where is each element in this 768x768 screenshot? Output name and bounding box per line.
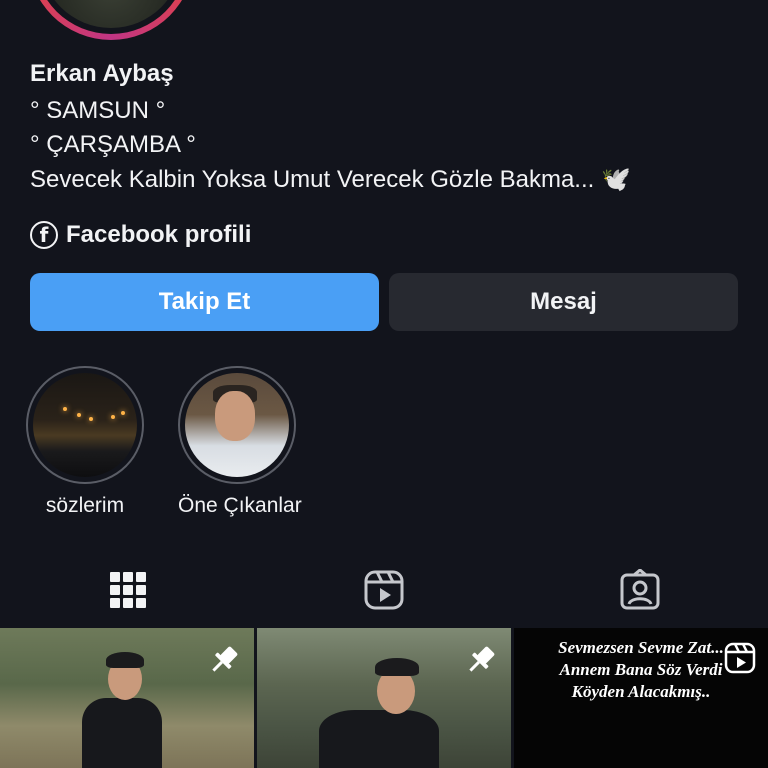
post-thumbnail-reel[interactable]: Sevmezsen Sevme Zat... Annem Bana Söz Ve… (514, 628, 768, 768)
tab-reels[interactable] (256, 560, 512, 620)
tab-tagged[interactable] (512, 560, 768, 620)
facebook-icon: f (30, 221, 58, 249)
bio-line-3: Sevecek Kalbin Yoksa Umut Verecek Gözle … (30, 166, 631, 193)
bio-line-1: ° SAMSUN ° (30, 97, 166, 124)
post-thumbnail[interactable] (0, 628, 254, 768)
pin-icon (469, 646, 495, 672)
highlight-one-cikanlar[interactable]: Öne Çıkanlar (178, 366, 302, 518)
reels-icon (364, 570, 404, 610)
post-thumbnail[interactable] (257, 628, 511, 768)
highlight-label: Öne Çıkanlar (178, 494, 302, 517)
profile-avatar[interactable] (28, 0, 194, 40)
bio-line-2: ° ÇARŞAMBA ° (30, 131, 196, 158)
message-button[interactable]: Mesaj (389, 273, 738, 331)
reel-badge-icon (724, 642, 756, 674)
facebook-profile-label: Facebook profili (66, 221, 252, 248)
tab-posts[interactable] (0, 560, 256, 620)
profile-name: Erkan Aybaş (30, 60, 174, 87)
follow-button[interactable]: Takip Et (30, 273, 379, 331)
highlight-ring (26, 366, 144, 484)
tagged-icon (620, 569, 660, 610)
profile-tabs (0, 560, 768, 620)
highlight-sozlerim[interactable]: sözlerim (26, 366, 144, 518)
highlight-label: sözlerim (45, 494, 125, 517)
highlight-cover-night-road (33, 373, 137, 477)
highlight-ring (178, 366, 296, 484)
pin-icon (212, 646, 238, 672)
reel-caption-line: Köyden Alacakmış.. (571, 682, 711, 701)
grid-icon (110, 572, 146, 608)
highlight-cover-portrait (185, 373, 289, 477)
posts-grid: Sevmezsen Sevme Zat... Annem Bana Söz Ve… (0, 628, 768, 768)
facebook-profile-link[interactable]: f Facebook profili (30, 219, 251, 251)
